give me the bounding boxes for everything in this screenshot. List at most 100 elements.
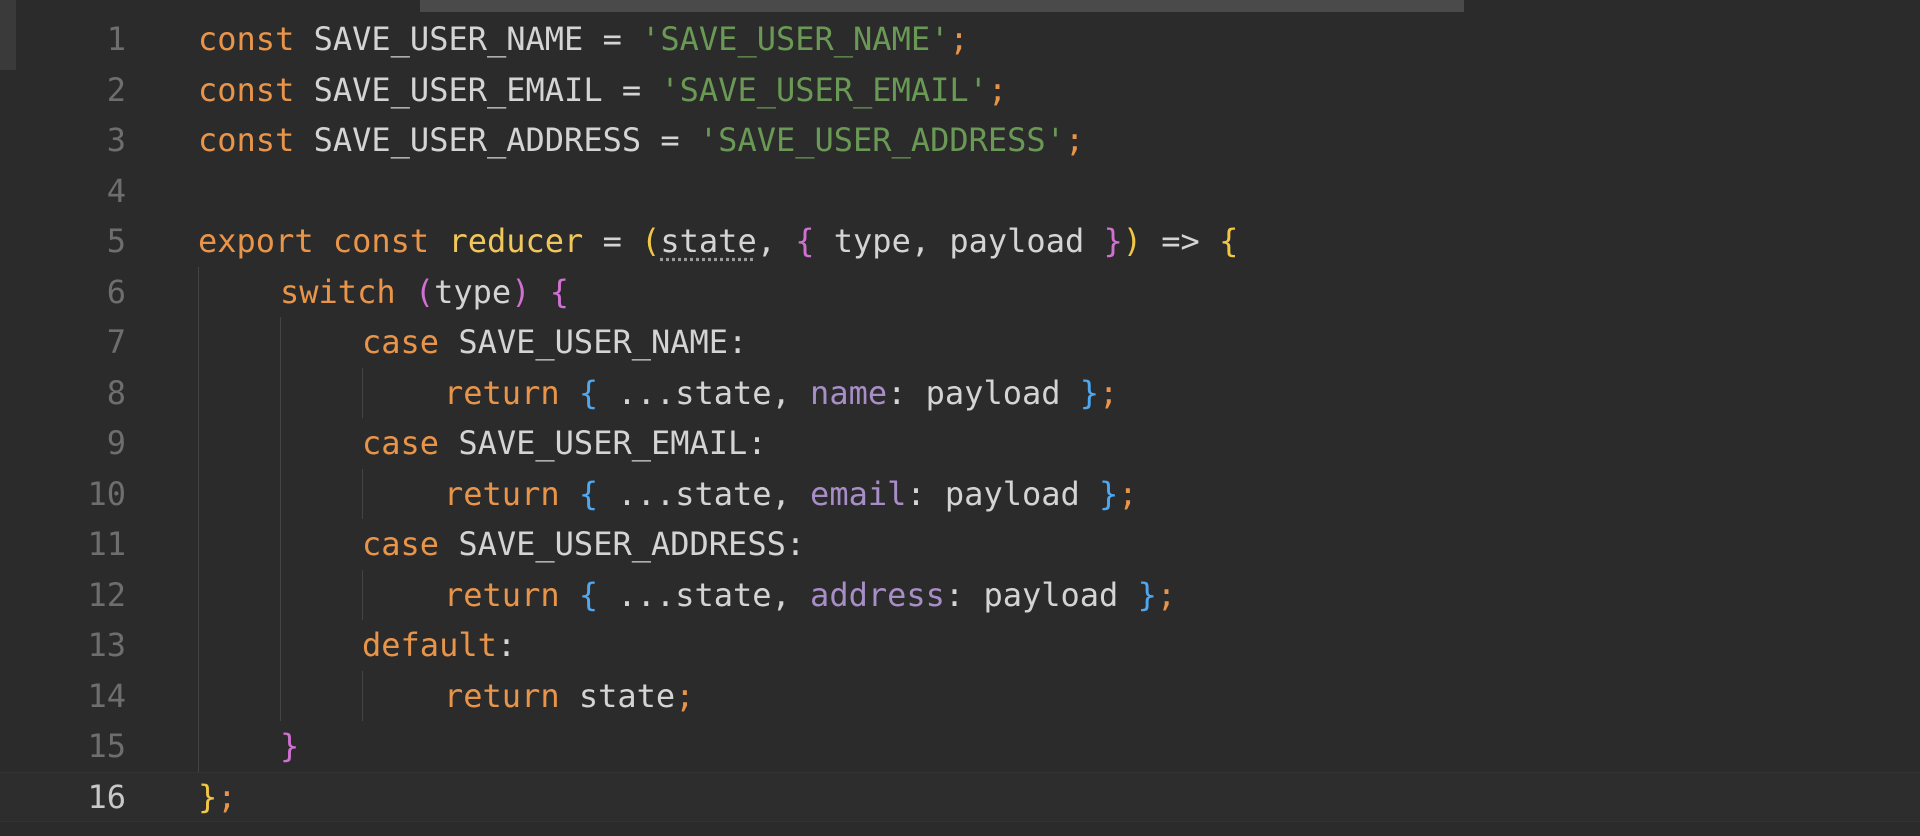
code-token: { [578,575,599,614]
code-line[interactable]: 15} [0,721,1920,772]
code-line[interactable]: 6 switch (type) { [0,266,1920,318]
code-token: SAVE_USER_ADDRESS = [294,121,699,159]
indent-guide [198,266,199,317]
code-token: SAVE_USER_NAME: [439,323,748,361]
code-line[interactable]: 10 return { ...state, email: payload }; [0,468,1920,520]
code-line[interactable]: 8 return { ...state, name: payload }; [0,367,1920,419]
code-line[interactable]: 11 case SAVE_USER_ADDRESS: [0,519,1920,570]
code-line[interactable]: 9 case SAVE_USER_EMAIL: [0,418,1920,469]
code-token: ; [1064,121,1085,159]
line-number: 5 [106,222,126,260]
code-token: : [496,626,517,664]
code-area[interactable]: 1 const SAVE_USER_NAME = 'SAVE_USER_NAME'… [0,14,1920,822]
code-text: const SAVE_USER_EMAIL = 'SAVE_USER_EMAIL… [198,65,1007,116]
code-token: ( [641,222,661,260]
line-number: 4 [106,171,126,210]
code-token: case [362,323,440,361]
code-token: 'SAVE_USER_EMAIL' [660,70,988,109]
code-token: 'SAVE_USER_NAME' [641,20,950,58]
indent-guide [198,468,199,519]
code-token: ; [1156,575,1177,614]
code-text: return { ...state, address: payload }; [444,570,1176,621]
code-token: ; [949,20,969,58]
code-token: ; [987,70,1008,109]
code-text: case SAVE_USER_EMAIL: [362,418,767,469]
code-token: return [444,373,560,412]
line-number: 15 [87,727,126,765]
code-token: reducer [448,222,584,260]
code-token: { [578,474,599,513]
code-token: : payload [906,474,1100,513]
code-token: SAVE_USER_EMAIL: [439,424,767,462]
code-token: ; [675,676,695,715]
code-line[interactable]: 5 export const reducer = (state, { type, … [0,216,1920,267]
code-token: : payload [944,575,1138,614]
code-token: return [444,676,560,715]
code-token: ) [511,272,531,311]
indent-guide [198,569,199,620]
code-token: SAVE_USER_ADDRESS: [439,525,806,563]
code-token: case [362,424,440,462]
code-token: ; [217,777,237,816]
code-token: const [332,222,430,260]
line-number: 2 [106,70,126,109]
code-token: , [756,222,796,260]
indent-guide [198,519,199,570]
code-token: { [549,272,569,311]
code-line[interactable]: 13 default: [0,620,1920,671]
code-line[interactable]: 12 return { ...state, address: payload }; [0,569,1920,621]
code-line[interactable]: 7 case SAVE_USER_NAME: [0,317,1920,368]
code-token: } [1137,575,1157,614]
code-text: }; [198,772,237,823]
indent-guide [198,670,199,721]
code-editor[interactable]: 1 const SAVE_USER_NAME = 'SAVE_USER_NAME'… [0,0,1920,836]
indent-guide [198,721,199,772]
indent-guide [280,367,281,418]
line-number: 3 [106,121,126,159]
indent-guide [198,317,199,368]
code-token: return [444,575,560,614]
code-line[interactable]: 1 const SAVE_USER_NAME = 'SAVE_USER_NAME'… [0,14,1920,65]
code-text: case SAVE_USER_NAME: [362,317,747,368]
code-token: : payload [887,373,1080,412]
line-number: 13 [87,626,126,664]
code-token: switch [280,272,396,311]
code-token: ( [414,272,435,311]
code-token: return [444,474,560,513]
code-text: return { ...state, email: payload }; [444,469,1138,520]
code-text: return state; [444,671,694,722]
code-text: return { ...state, name: payload }; [444,368,1118,419]
indent-guide [198,418,199,469]
code-token: } [1079,373,1100,412]
indent-guide [280,569,281,620]
code-text: switch (type) { [280,267,569,318]
code-token: const [198,20,295,58]
indent-guide [280,620,281,671]
scrollbar-thumb[interactable] [420,0,1464,12]
indent-guide [362,367,363,418]
line-number: 14 [87,676,126,715]
code-token: ; [1099,373,1119,412]
line-number: 12 [87,575,126,614]
code-token: => [1142,222,1220,260]
code-line[interactable]: 14 return state; [0,670,1920,722]
indent-guide [198,367,199,418]
code-token: SAVE_USER_EMAIL = [294,70,661,109]
code-line[interactable]: 2 const SAVE_USER_EMAIL = 'SAVE_USER_EMAI… [0,65,1920,116]
code-token: state [559,676,676,715]
code-line[interactable]: 16}; [0,771,1920,823]
code-line[interactable]: 3 const SAVE_USER_ADDRESS = 'SAVE_USER_AD… [0,115,1920,166]
line-number: 10 [87,474,126,513]
line-number: 11 [87,525,126,563]
code-line[interactable]: 4 [0,166,1920,217]
horizontal-scrollbar[interactable] [0,0,1920,12]
code-text: default: [362,620,516,671]
code-token: default [362,626,497,664]
indent-guide [198,620,199,671]
code-token: { [578,373,599,412]
code-token: export [198,222,314,260]
indent-guide [362,468,363,519]
